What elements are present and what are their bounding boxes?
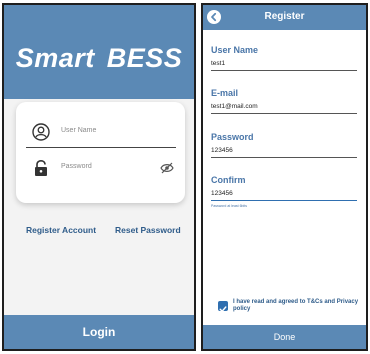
user-circle-icon	[32, 123, 50, 141]
brand-word-1: Smart	[15, 43, 95, 73]
terms-checkbox[interactable]	[218, 301, 228, 312]
password-label: Password	[211, 132, 254, 142]
eye-off-icon[interactable]	[160, 162, 174, 174]
username-label: User Name	[211, 45, 259, 55]
confirm-password-field[interactable]: Confirm 123456 Password at least 6bits	[211, 175, 357, 208]
email-field[interactable]: E-mail test1@mail.com	[211, 88, 357, 114]
email-value[interactable]: test1@mail.com	[211, 103, 357, 114]
password-field[interactable]: Password 123456	[211, 132, 357, 158]
password-input[interactable]: Password	[26, 154, 176, 184]
login-screen: Smart BESS User Name Password Register A…	[2, 3, 196, 351]
password-placeholder: Password	[61, 163, 92, 170]
password-value[interactable]: 123456	[211, 147, 357, 158]
lock-icon	[35, 159, 47, 176]
brand-word-2: BESS	[106, 43, 183, 73]
username-input[interactable]: User Name	[26, 118, 176, 148]
register-screen: Register User Name test1 E-mail test1@ma…	[201, 3, 368, 351]
register-title: Register	[264, 11, 305, 22]
agree-terms-row[interactable]: I have read and agreed to T&Cs and Priva…	[218, 297, 363, 317]
confirm-value[interactable]: 123456	[211, 190, 357, 201]
password-hint: Password at least 6bits	[211, 204, 247, 208]
username-field[interactable]: User Name test1	[211, 45, 357, 71]
reset-password-link[interactable]: Reset Password	[115, 225, 181, 235]
email-label: E-mail	[211, 88, 239, 98]
checkbox-checked-icon	[219, 306, 227, 312]
username-value[interactable]: test1	[211, 60, 357, 71]
register-header: Register	[203, 5, 366, 30]
login-button[interactable]: Login	[4, 315, 194, 349]
done-button[interactable]: Done	[203, 325, 366, 349]
app-brand-title: Smart BESS	[4, 43, 194, 74]
confirm-label: Confirm	[211, 175, 246, 185]
terms-text: I have read and agreed to T&Cs and Priva…	[233, 299, 359, 312]
login-header: Smart BESS	[4, 5, 194, 99]
login-card: User Name Password	[16, 102, 185, 203]
register-account-link[interactable]: Register Account	[26, 225, 96, 235]
username-placeholder: User Name	[61, 127, 97, 134]
